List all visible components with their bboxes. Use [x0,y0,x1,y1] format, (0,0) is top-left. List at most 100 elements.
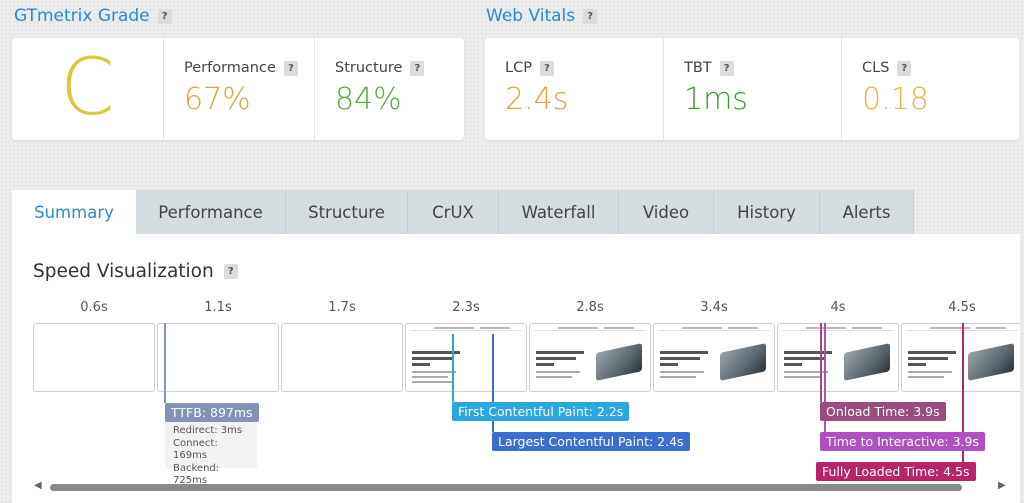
metric-label-row: LCP ? [505,60,554,76]
metric-label: LCP [505,60,532,76]
scroll-left-icon[interactable]: ◀ [34,480,42,491]
tbt-metric: TBT ? 1ms [663,38,841,140]
scroll-right-icon[interactable]: ▶ [998,480,1006,491]
frame-time: 3.4s [700,300,728,315]
metric-label-row: TBT ? [684,60,734,76]
help-icon[interactable]: ? [283,60,298,76]
thumb-heading [660,363,678,366]
tab-crux[interactable]: CrUX [408,190,499,234]
lcp-value: 2.4s [505,82,569,117]
thumb-text [908,371,952,373]
onload-marker: Onload Time: 3.9s [820,402,946,421]
metric-label-row: Performance ? [184,60,298,76]
thumb-text [412,371,456,373]
grade-letter-cell: C [12,38,163,140]
tab-video[interactable]: Video [619,190,714,234]
thumb-text [660,371,704,373]
lcp-metric: LCP ? 2.4s [485,38,663,140]
metric-label-row: CLS ? [862,60,912,76]
thumb-image [596,343,642,381]
web-vitals-title: Web Vitals ? [486,6,598,26]
thumb-image [844,343,890,381]
filmstrip-frame-page[interactable] [777,323,899,392]
tti-marker: Time to Interactive: 3.9s [820,432,985,451]
thumb-image [968,343,1014,381]
help-icon[interactable]: ? [157,8,172,24]
metric-label: Performance [184,60,276,76]
thumb-text [784,376,820,378]
help-icon[interactable]: ? [410,60,425,76]
frame-time: 2.8s [576,300,604,315]
frame-time: 4s [830,300,846,315]
frame-time: 0.6s [80,300,108,315]
ttfb-redirect: Redirect: 3ms [173,425,243,436]
frame-time: 2.3s [452,300,480,315]
filmstrip-frame-blank[interactable] [281,323,403,392]
tbt-value: 1ms [684,82,748,117]
help-icon[interactable]: ? [719,60,734,76]
thumb-heading [536,357,576,360]
thumb-nav [534,327,646,331]
thumb-text [536,371,580,373]
help-icon[interactable]: ? [539,60,554,76]
thumb-heading [908,351,956,354]
tab-alerts[interactable]: Alerts [820,190,914,234]
filmstrip-frame-blank[interactable] [157,323,279,392]
filmstrip-frame-blank[interactable] [33,323,155,392]
performance-metric: Performance ? 67% [163,38,314,140]
filmstrip-scrollbar[interactable]: ◀ ▶ [32,480,1012,493]
tab-history[interactable]: History [714,190,820,234]
ttfb-connect: Connect: 169ms [173,437,218,462]
ttfb-details: Redirect: 3ms Connect: 169ms Backend: 72… [165,422,257,486]
thumb-heading [412,357,452,360]
filmstrip-frame-page[interactable] [529,323,651,392]
tab-performance[interactable]: Performance [136,190,286,234]
thumb-text [536,376,572,378]
structure-value: 84% [335,82,402,117]
tab-summary[interactable]: Summary [12,190,136,234]
thumb-image [720,343,766,381]
fcp-marker: First Contentful Paint: 2.2s [452,402,630,421]
tab-structure[interactable]: Structure [286,190,408,234]
thumb-text [412,381,452,383]
thumb-heading [412,363,430,366]
grade-letter: C [60,43,115,133]
help-icon[interactable]: ? [583,8,598,24]
report-tabs: Summary Performance Structure CrUX Water… [12,190,914,234]
thumb-heading [536,351,584,354]
thumb-nav [782,327,894,331]
summary-panel: Speed Visualization ? 0.6s 1.1s 1.7s 2.3… [12,234,1020,503]
lcp-marker: Largest Contentful Paint: 2.4s [492,432,690,451]
thumb-heading [784,363,802,366]
thumb-heading [908,357,948,360]
metric-label: TBT [684,60,712,76]
cls-metric: CLS ? 0.18 [841,38,1019,140]
filmstrip-frame-page[interactable] [901,323,1020,392]
gtmetrix-grade-heading: GTmetrix Grade [14,6,150,26]
thumb-heading [660,357,700,360]
fcp-line [452,334,454,402]
thumb-text [412,376,448,378]
frame-time: 4.5s [948,300,976,315]
structure-metric: Structure ? 84% [314,38,464,140]
thumb-heading [784,357,824,360]
thumb-text [908,376,944,378]
web-vitals-card: LCP ? 2.4s TBT ? 1ms CLS ? 0.18 [485,38,1019,140]
scrollbar-thumb[interactable] [50,484,962,491]
thumb-nav [658,327,770,331]
cls-value: 0.18 [862,82,929,117]
tab-waterfall[interactable]: Waterfall [499,190,619,234]
metric-label-row: Structure ? [335,60,425,76]
filmstrip-frame-page[interactable] [653,323,775,392]
thumb-nav [410,327,522,331]
ttfb-marker: TTFB: 897ms [165,403,259,422]
gtmetrix-grade-title: GTmetrix Grade ? [14,6,172,26]
onload-line [820,323,822,402]
filmstrip-frame-page[interactable] [405,323,527,392]
metric-label: CLS [862,60,890,76]
help-icon[interactable]: ? [897,60,912,76]
metric-label: Structure [335,60,403,76]
thumb-heading [908,363,926,366]
frame-time: 1.1s [204,300,232,315]
grade-card: C Performance ? 67% Structure ? 84% [12,38,464,140]
